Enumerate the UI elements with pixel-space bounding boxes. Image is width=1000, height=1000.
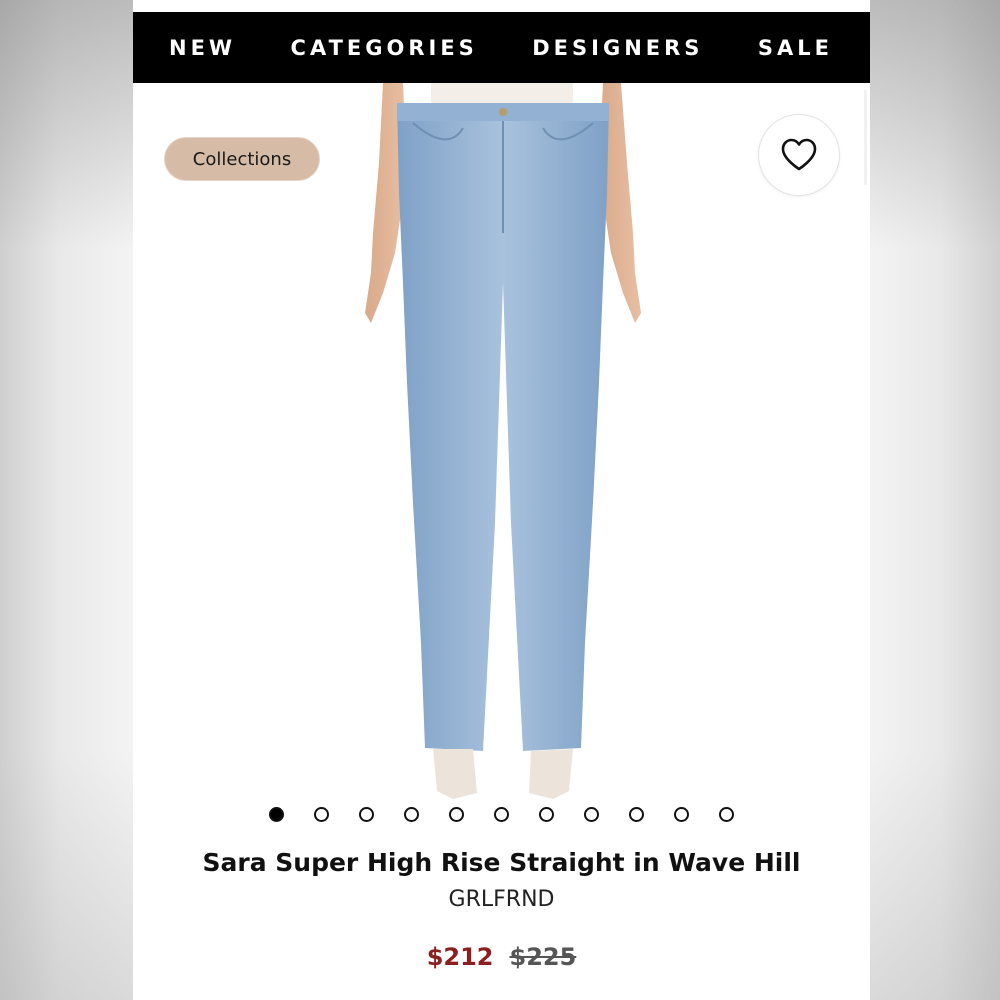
carousel-dot[interactable] [629, 807, 644, 822]
carousel-dot[interactable] [539, 807, 554, 822]
price-row: $212 $225 [133, 943, 870, 971]
carousel-dot[interactable] [404, 807, 419, 822]
product-page: NEW CATEGORIES DESIGNERS SALE Collection… [133, 0, 870, 1000]
product-brand[interactable]: GRLFRND [133, 887, 870, 912]
sale-price: $212 [426, 943, 494, 971]
product-title: Sara Super High Rise Straight in Wave Hi… [202, 848, 801, 877]
scroll-indicator [864, 90, 867, 185]
carousel-dot[interactable] [314, 807, 329, 822]
carousel-dot[interactable] [719, 807, 734, 822]
carousel-dot[interactable] [584, 807, 599, 822]
favorite-button[interactable] [758, 114, 840, 196]
nav-new[interactable]: NEW [169, 36, 236, 60]
carousel-dot[interactable] [449, 807, 464, 822]
collections-chip[interactable]: Collections [164, 137, 320, 181]
carousel-dot[interactable] [494, 807, 509, 822]
heart-icon [781, 138, 817, 171]
carousel-dot[interactable] [269, 807, 284, 822]
original-price: $225 [509, 943, 577, 971]
top-navigation: NEW CATEGORIES DESIGNERS SALE [133, 12, 870, 83]
carousel-dots [133, 807, 870, 825]
carousel-dot[interactable] [359, 807, 374, 822]
nav-sale[interactable]: SALE [758, 36, 833, 60]
product-image[interactable] [353, 83, 653, 803]
nav-designers[interactable]: DESIGNERS [532, 36, 703, 60]
nav-categories[interactable]: CATEGORIES [291, 36, 478, 60]
carousel-dot[interactable] [674, 807, 689, 822]
